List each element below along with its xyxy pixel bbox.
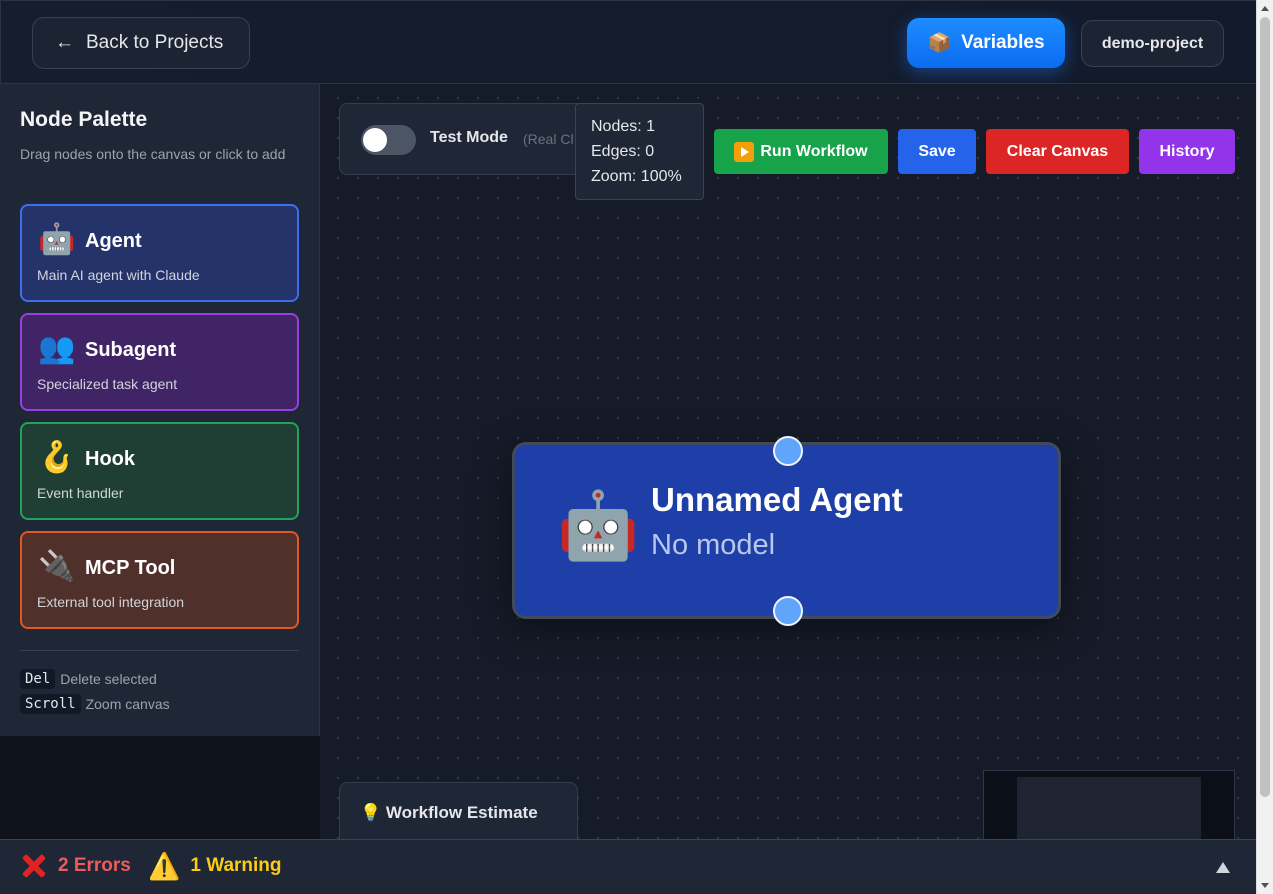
play-icon [734,141,755,162]
workflow-estimate-panel[interactable]: 💡 Workflow Estimate [339,782,578,839]
agent-node[interactable]: 🤖 Unnamed Agent No model [512,442,1061,619]
toggle-knob [363,128,387,152]
palette-item-mcp-tool[interactable]: 🔌 MCP Tool External tool integration [20,531,299,629]
palette-title: Node Palette [20,108,148,131]
back-to-projects-button[interactable]: ← Back to Projects [32,17,250,69]
save-button[interactable]: Save [898,129,976,174]
warnings-count: 1 Warning [190,855,282,876]
users-icon: 👥 [38,332,76,365]
shortcut-action: Zoom canvas [85,696,170,712]
plug-icon: 🔌 [38,550,76,583]
test-mode-note: (Real Cl [523,131,574,147]
palette-item-subagent[interactable]: 👥 Subagent Specialized task agent [20,313,299,411]
run-workflow-button[interactable]: Run Workflow [714,129,888,174]
errors-indicator[interactable]: 2 Errors [20,852,131,880]
minimap-viewport[interactable] [1017,777,1201,839]
sidebar-empty-area [0,736,320,839]
palette-item-name: MCP Tool [85,557,176,579]
scroll-down-icon[interactable] [1261,883,1269,888]
edge-count: Edges: 0 [591,143,655,160]
test-mode-label: Test Mode [430,129,508,146]
variables-button[interactable]: 📦 Variables [907,18,1065,68]
expand-panel-icon[interactable] [1216,862,1230,873]
palette-divider [20,650,299,651]
input-handle[interactable] [773,436,803,466]
palette-item-name: Agent [85,230,142,252]
shortcut-delete: Del Delete selected [20,669,157,689]
history-button[interactable]: History [1139,129,1235,174]
errors-count: 2 Errors [58,855,131,876]
robot-icon: 🤖 [557,488,640,562]
scroll-thumb[interactable] [1260,17,1270,797]
agent-node-model: No model [651,529,776,561]
robot-icon: 🤖 [38,223,76,256]
palette-subtitle: Drag nodes onto the canvas or click to a… [20,146,286,162]
palette-item-description: External tool integration [37,594,185,610]
clear-canvas-button[interactable]: Clear Canvas [986,129,1129,174]
palette-item-hook[interactable]: 🪝 Hook Event handler [20,422,299,520]
estimate-title: 💡 Workflow Estimate [360,803,538,823]
lightbulb-icon: 💡 [360,803,382,822]
warning-icon: ⚠️ [148,851,181,881]
workflow-canvas[interactable]: Test Mode (Real Cl Nodes: 1 Edges: 0 Zoo… [320,84,1256,839]
palette-item-name: Subagent [85,339,177,361]
project-name-badge[interactable]: demo-project [1081,20,1224,67]
agent-node-title: Unnamed Agent [651,481,903,518]
palette-item-description: Event handler [37,485,124,501]
variables-label: Variables [961,32,1045,53]
hook-icon: 🪝 [38,441,76,474]
error-x-icon [20,852,48,880]
scroll-up-icon[interactable] [1261,6,1269,11]
top-header: ← Back to Projects 📦 Variables demo-proj… [0,0,1256,84]
page-scrollbar[interactable] [1256,0,1273,894]
output-handle[interactable] [773,596,803,626]
canvas-stats-tooltip: Nodes: 1 Edges: 0 Zoom: 100% [575,103,704,200]
validation-status-bar: 2 Errors ⚠️ 1 Warning [0,839,1256,894]
node-palette-sidebar: Node Palette Drag nodes onto the canvas … [0,84,320,736]
shortcut-key: Scroll [20,694,81,714]
back-label: Back to Projects [86,32,224,53]
shortcut-zoom: Scroll Zoom canvas [20,694,170,714]
palette-item-description: Specialized task agent [37,376,178,392]
estimate-label: Workflow Estimate [385,803,538,822]
run-label: Run Workflow [760,142,868,160]
node-count: Nodes: 1 [591,118,656,135]
palette-item-name: Hook [85,448,135,470]
package-icon: 📦 [927,33,952,54]
palette-item-agent[interactable]: 🤖 Agent Main AI agent with Claude [20,204,299,302]
shortcut-action: Delete selected [60,671,157,687]
palette-item-description: Main AI agent with Claude [37,267,200,283]
test-mode-toggle[interactable] [361,125,416,155]
shortcut-key: Del [20,669,56,689]
minimap[interactable] [983,770,1235,839]
test-mode-panel: Test Mode (Real Cl [339,103,584,175]
back-arrow-icon: ← [55,32,74,53]
zoom-level: Zoom: 100% [591,168,682,185]
warnings-indicator[interactable]: ⚠️ 1 Warning [148,852,282,880]
